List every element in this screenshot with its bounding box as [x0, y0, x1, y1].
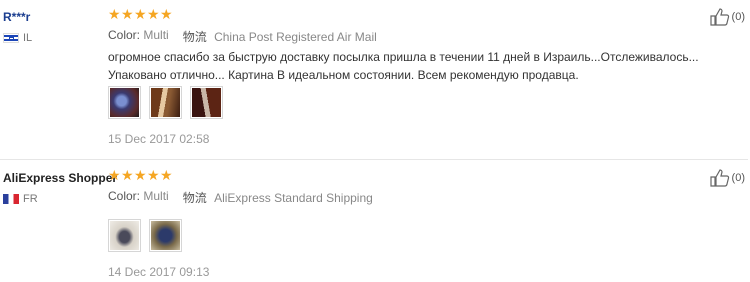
star-icon: ★: [121, 167, 134, 183]
thumbs-up-icon: [709, 8, 729, 26]
color-value: Multi: [143, 189, 169, 203]
thumbs-up-icon: [709, 169, 729, 187]
review-text: огромное спасибо за быструю доставку пос…: [108, 50, 699, 82]
helpful-button[interactable]: (0): [709, 169, 745, 187]
review-photos: [108, 86, 223, 119]
star-icon: ★: [121, 6, 134, 22]
reviewer-country: IL: [3, 32, 32, 44]
helpful-count: (0): [731, 172, 745, 184]
shipping-method: AliExpress Standard Shipping: [214, 191, 373, 205]
star-icon: ★: [147, 6, 160, 22]
review-photos: [108, 219, 182, 252]
israel-flag-icon: [3, 33, 19, 43]
helpful-button[interactable]: (0): [709, 8, 745, 26]
star-icon: ★: [108, 6, 121, 22]
country-code: IL: [23, 32, 33, 44]
logistics-icon: 物流: [182, 191, 207, 205]
helpful-count: (0): [731, 11, 745, 23]
divider: [0, 159, 748, 160]
review-photo-thumbnail[interactable]: [149, 219, 182, 252]
color-info: Color: Multi: [108, 189, 169, 206]
shipping-method: China Post Registered Air Mail: [214, 30, 377, 44]
shipping-info: 物流 AliExpress Standard Shipping: [183, 189, 373, 206]
logistics-icon: 物流: [182, 30, 207, 44]
star-icon: ★: [160, 6, 173, 22]
color-value: Multi: [143, 28, 169, 42]
review-photo-thumbnail[interactable]: [149, 86, 182, 119]
order-info: Color: Multi 物流 AliExpress Standard Ship…: [108, 189, 373, 206]
reviewer-country: FR: [3, 193, 38, 205]
star-icon: ★: [160, 167, 173, 183]
rating-stars: ★ ★ ★ ★ ★: [108, 6, 173, 22]
order-info: Color: Multi 物流 China Post Registered Ai…: [108, 28, 377, 45]
shipping-info: 物流 China Post Registered Air Mail: [183, 28, 377, 45]
review-date: 15 Dec 2017 02:58: [108, 132, 210, 146]
review-item: R***r IL ★ ★ ★ ★ ★ Color: Multi 物流 China…: [0, 0, 750, 160]
country-code: FR: [23, 193, 38, 205]
color-label: Color:: [108, 28, 141, 42]
color-info: Color: Multi: [108, 28, 169, 45]
rating-stars: ★ ★ ★ ★ ★: [108, 167, 173, 183]
star-icon: ★: [147, 167, 160, 183]
reviewer-name[interactable]: R***r: [3, 10, 30, 24]
reviewer-name[interactable]: AliExpress Shopper: [3, 171, 117, 185]
review-photo-thumbnail[interactable]: [108, 86, 141, 119]
star-icon: ★: [134, 167, 147, 183]
review-date: 14 Dec 2017 09:13: [108, 265, 210, 279]
star-icon: ★: [108, 167, 121, 183]
review-item: AliExpress Shopper FR ★ ★ ★ ★ ★ Color: M…: [0, 161, 750, 282]
france-flag-icon: [3, 194, 19, 204]
star-icon: ★: [134, 6, 147, 22]
color-label: Color:: [108, 189, 141, 203]
review-photo-thumbnail[interactable]: [108, 219, 141, 252]
review-photo-thumbnail[interactable]: [190, 86, 223, 119]
